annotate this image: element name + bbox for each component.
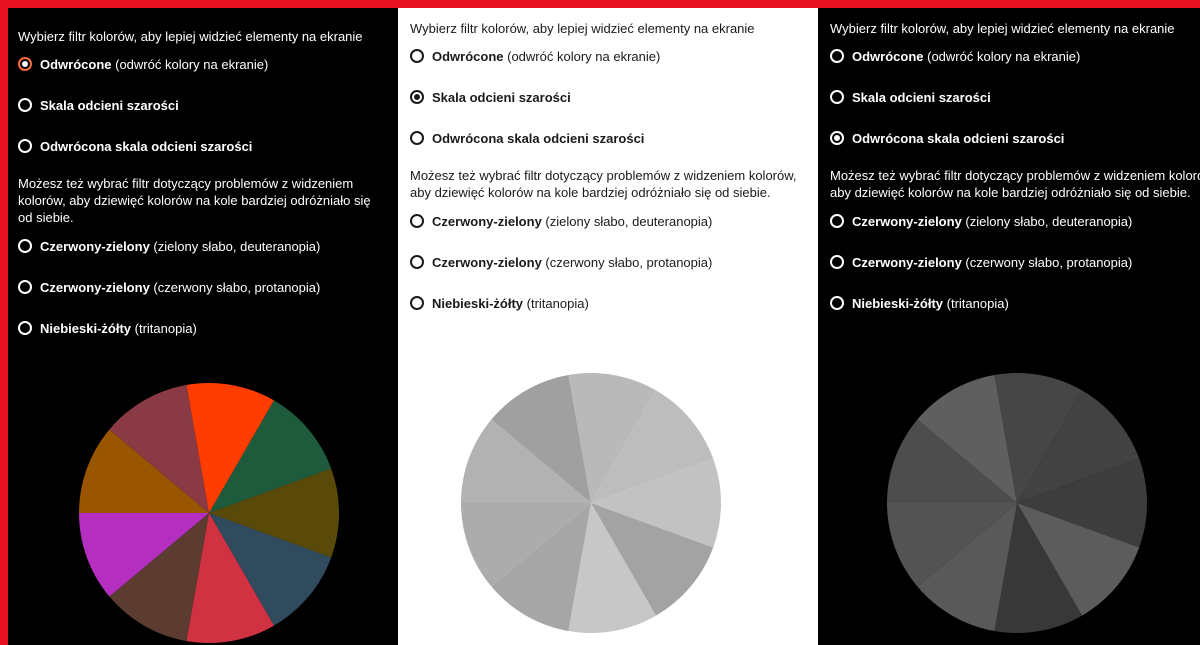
- cvd-option-label: Czerwony-zielony (zielony słabo, deutera…: [432, 213, 713, 229]
- radio-button-icon[interactable]: [410, 90, 424, 104]
- filter-option-1[interactable]: Skala odcieni szarości: [830, 85, 1200, 109]
- radio-button-icon[interactable]: [830, 49, 844, 63]
- cvd-option-label: Czerwony-zielony (zielony słabo, deutera…: [40, 238, 321, 254]
- filter-option-label: Odwrócona skala odcieni szarości: [432, 130, 645, 146]
- panel-grayscale: Wybierz filtr kolorów, aby lepiej widzie…: [398, 8, 818, 645]
- radio-button-icon[interactable]: [18, 98, 32, 112]
- radio-button-icon[interactable]: [18, 321, 32, 335]
- cvd-option-2[interactable]: Niebieski-żółty (tritanopia): [410, 291, 818, 315]
- radio-button-icon[interactable]: [18, 280, 32, 294]
- cvd-option-1[interactable]: Czerwony-zielony (czerwony słabo, protan…: [830, 250, 1200, 274]
- filter-option-2[interactable]: Odwrócona skala odcieni szarości: [410, 126, 818, 150]
- cvd-option-label: Czerwony-zielony (czerwony słabo, protan…: [432, 254, 713, 270]
- color-wheel: [79, 383, 339, 643]
- filter-prompt: Wybierz filtr kolorów, aby lepiej widzie…: [830, 21, 1175, 36]
- cvd-option-label: Niebieski-żółty (tritanopia): [852, 295, 1009, 311]
- filter-prompt: Wybierz filtr kolorów, aby lepiej widzie…: [18, 29, 363, 44]
- cvd-option-label: Niebieski-żółty (tritanopia): [40, 320, 197, 336]
- radio-button-icon[interactable]: [830, 296, 844, 310]
- filter-option-label: Skala odcieni szarości: [432, 89, 571, 105]
- filter-option-0[interactable]: Odwrócone (odwróć kolory na ekranie): [830, 44, 1200, 68]
- radio-button-icon[interactable]: [18, 139, 32, 153]
- radio-button-icon[interactable]: [830, 214, 844, 228]
- cvd-option-1[interactable]: Czerwony-zielony (czerwony słabo, protan…: [410, 250, 818, 274]
- radio-button-icon[interactable]: [18, 57, 32, 71]
- panel-inverted-grayscale: Wybierz filtr kolorów, aby lepiej widzie…: [818, 8, 1200, 645]
- cvd-option-1[interactable]: Czerwony-zielony (czerwony słabo, protan…: [18, 275, 398, 299]
- filter-option-label: Odwrócone (odwróć kolory na ekranie): [40, 56, 269, 72]
- filter-option-label: Odwrócona skala odcieni szarości: [40, 138, 253, 154]
- radio-button-icon[interactable]: [830, 90, 844, 104]
- filter-option-label: Skala odcieni szarości: [40, 97, 179, 113]
- radio-button-icon[interactable]: [18, 239, 32, 253]
- radio-button-icon[interactable]: [830, 131, 844, 145]
- radio-button-icon[interactable]: [410, 296, 424, 310]
- filter-option-0[interactable]: Odwrócone (odwróć kolory na ekranie): [410, 44, 818, 68]
- cvd-option-label: Czerwony-zielony (zielony słabo, deutera…: [852, 213, 1133, 229]
- cvd-description: Możesz też wybrać filtr dotyczący proble…: [410, 168, 797, 200]
- filter-option-1[interactable]: Skala odcieni szarości: [18, 93, 398, 117]
- radio-button-icon[interactable]: [410, 214, 424, 228]
- cvd-description: Możesz też wybrać filtr dotyczący proble…: [18, 176, 371, 225]
- cvd-option-label: Czerwony-zielony (czerwony słabo, protan…: [852, 254, 1133, 270]
- filter-option-2[interactable]: Odwrócona skala odcieni szarości: [830, 126, 1200, 150]
- cvd-option-label: Czerwony-zielony (czerwony słabo, protan…: [40, 279, 321, 295]
- color-wheel: [461, 373, 721, 633]
- filter-option-0[interactable]: Odwrócone (odwróć kolory na ekranie): [18, 52, 398, 76]
- screenshot-frame: Wybierz filtr kolorów, aby lepiej widzie…: [0, 0, 1200, 645]
- cvd-option-0[interactable]: Czerwony-zielony (zielony słabo, deutera…: [830, 209, 1200, 233]
- radio-button-icon[interactable]: [410, 49, 424, 63]
- filter-option-label: Odwrócone (odwróć kolory na ekranie): [432, 48, 661, 64]
- filter-prompt: Wybierz filtr kolorów, aby lepiej widzie…: [410, 21, 755, 36]
- radio-button-icon[interactable]: [830, 255, 844, 269]
- filter-option-label: Odwrócone (odwróć kolory na ekranie): [852, 48, 1081, 64]
- cvd-option-0[interactable]: Czerwony-zielony (zielony słabo, deutera…: [18, 234, 398, 258]
- panel-inverted: Wybierz filtr kolorów, aby lepiej widzie…: [8, 8, 398, 645]
- filter-option-1[interactable]: Skala odcieni szarości: [410, 85, 818, 109]
- cvd-description: Możesz też wybrać filtr dotyczący proble…: [830, 168, 1200, 200]
- radio-button-icon[interactable]: [410, 255, 424, 269]
- filter-option-label: Skala odcieni szarości: [852, 89, 991, 105]
- cvd-option-label: Niebieski-żółty (tritanopia): [432, 295, 589, 311]
- filter-option-2[interactable]: Odwrócona skala odcieni szarości: [18, 134, 398, 158]
- cvd-option-2[interactable]: Niebieski-żółty (tritanopia): [18, 316, 398, 340]
- cvd-option-0[interactable]: Czerwony-zielony (zielony słabo, deutera…: [410, 209, 818, 233]
- radio-button-icon[interactable]: [410, 131, 424, 145]
- cvd-option-2[interactable]: Niebieski-żółty (tritanopia): [830, 291, 1200, 315]
- filter-option-label: Odwrócona skala odcieni szarości: [852, 130, 1065, 146]
- color-wheel: [887, 373, 1147, 633]
